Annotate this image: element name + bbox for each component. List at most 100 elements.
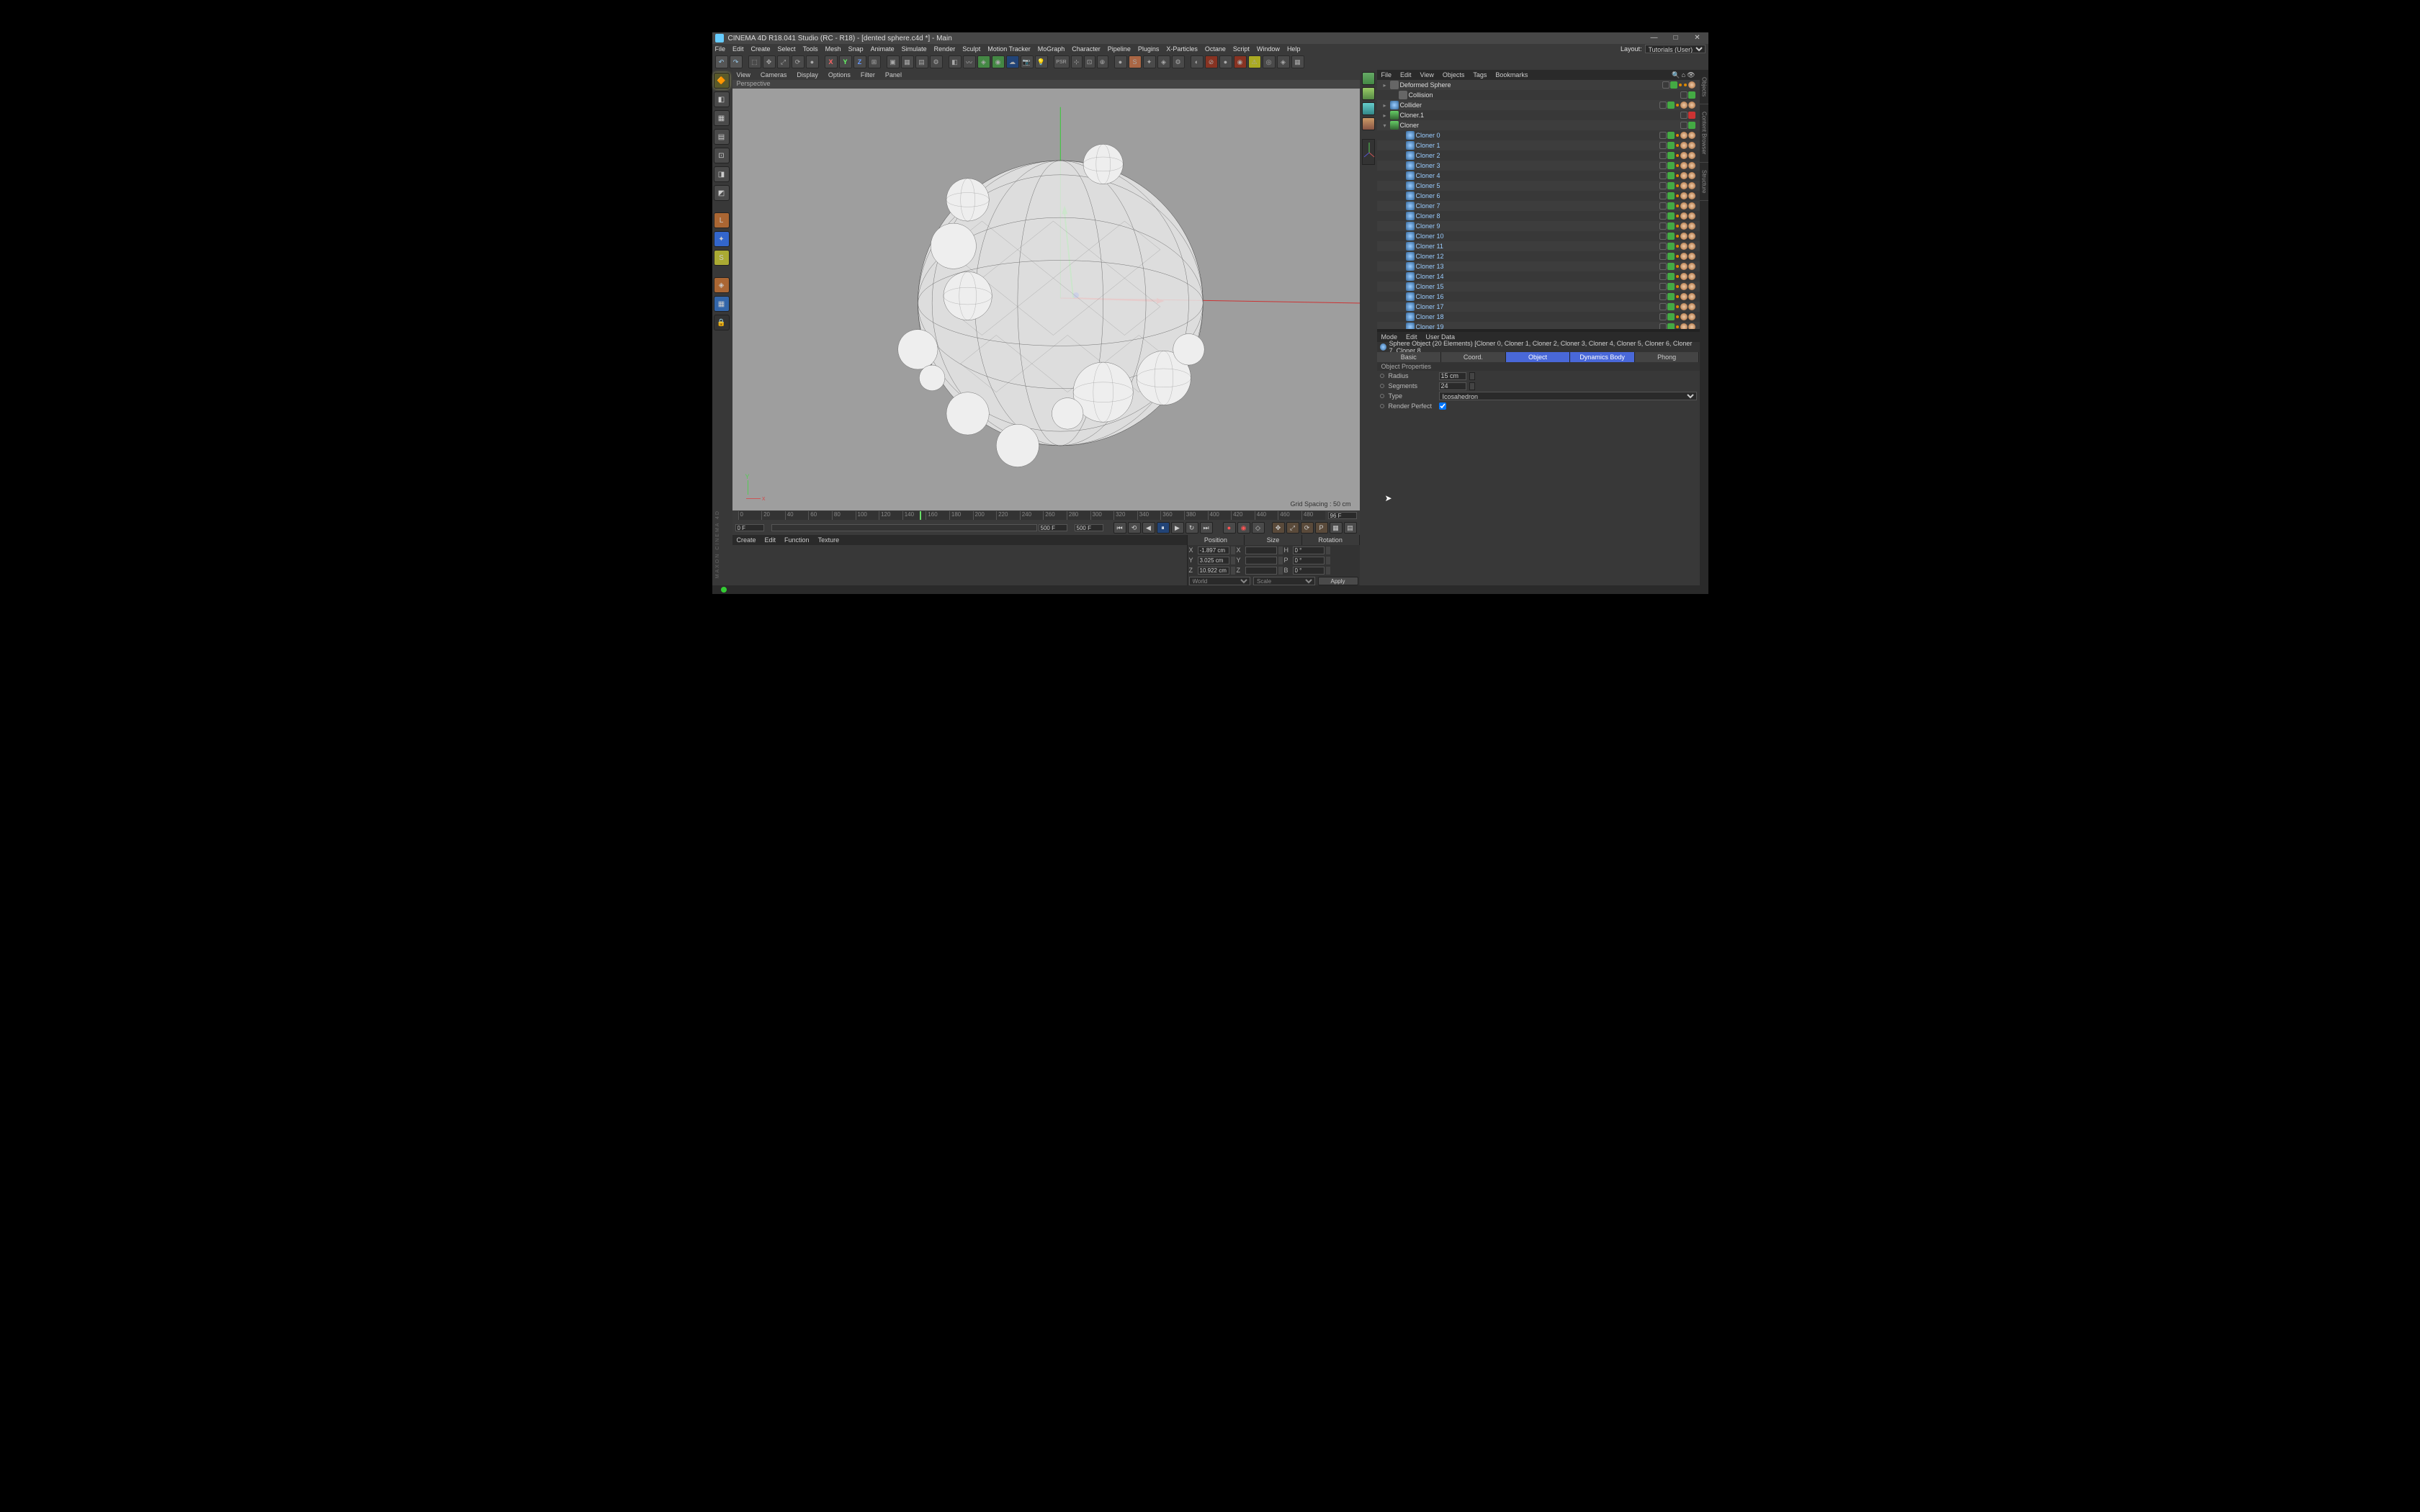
pos-y-field[interactable] [1198,557,1229,564]
mat-function[interactable]: Function [784,536,810,544]
render-perfect-checkbox[interactable] [1439,402,1446,410]
scale-tool[interactable]: ⤢ [777,55,790,68]
tab-dynamics[interactable]: Dynamics Body [1570,352,1635,362]
type-select[interactable]: Icosahedron [1439,392,1697,400]
tweak-mode[interactable]: ✦ [714,231,730,247]
tree-row[interactable]: Cloner 19 [1377,322,1700,329]
keyframe-sel-button[interactable]: ◇ [1252,522,1265,534]
cube-primitive[interactable] [1362,72,1375,85]
menu-pipeline[interactable]: Pipeline [1108,45,1131,53]
tree-row[interactable]: Cloner 2 [1377,150,1700,161]
tab-coord[interactable]: Coord. [1441,352,1506,362]
size-y-field[interactable] [1245,557,1277,564]
tab-phong[interactable]: Phong [1635,352,1700,362]
texture-mode[interactable]: ▦ [714,110,730,126]
tree-row[interactable]: ▸ Collider [1377,100,1700,110]
menu-select[interactable]: Select [778,45,796,53]
menu-snap[interactable]: Snap [848,45,864,53]
model-mode[interactable]: 🔶 [714,73,730,89]
tree-row[interactable]: Cloner 0 [1377,130,1700,140]
oc-tool-4[interactable]: ◉ [1234,55,1247,68]
autokey-button[interactable]: ◉ [1237,522,1250,534]
oc-tool-2[interactable]: ⊘ [1205,55,1218,68]
goto-start-button[interactable]: ⏮ [1113,522,1126,534]
segments-spinner[interactable] [1469,382,1475,390]
tree-row[interactable]: Cloner 14 [1377,271,1700,282]
scale-key-button[interactable]: ⤢ [1286,522,1299,534]
oc-tool-3[interactable]: ● [1219,55,1232,68]
menu-create[interactable]: Create [751,45,771,53]
snap-pos[interactable]: ⊹ [1071,55,1083,68]
om-edit[interactable]: Edit [1400,71,1412,78]
render-picture-viewer[interactable]: ▦ [901,55,914,68]
menu-plugins[interactable]: Plugins [1138,45,1160,53]
y-axis-lock[interactable]: Y [839,55,852,68]
primitive-2[interactable] [1362,87,1375,100]
minimize-button[interactable]: — [1644,32,1665,44]
size-z-field[interactable] [1245,567,1277,575]
timeline[interactable]: 0204060801001201401601802002202402602803… [732,510,1360,521]
primitive-cube[interactable]: ◧ [949,55,962,68]
vp-panel[interactable]: Panel [885,71,902,78]
menu-character[interactable]: Character [1072,45,1101,53]
frame-end-field[interactable] [1075,524,1103,531]
move-tool[interactable]: ✥ [763,55,776,68]
coord-system-select[interactable]: World [1189,577,1251,585]
menu-sculpt[interactable]: Sculpt [962,45,980,53]
vp-filter[interactable]: Filter [861,71,875,78]
menu-edit[interactable]: Edit [732,45,744,53]
radius-spinner[interactable] [1469,372,1475,380]
tree-row[interactable]: Cloner 18 [1377,312,1700,322]
tree-row[interactable]: Collision [1377,90,1700,100]
oc-tool-1[interactable]: ◐ [1191,55,1204,68]
oc-tool-8[interactable]: ▦ [1291,55,1304,68]
poly-mode[interactable]: ◩ [714,185,730,201]
deformer-tool[interactable]: ◉ [992,55,1005,68]
range-end-field[interactable] [1039,524,1067,531]
menu-animate[interactable]: Animate [871,45,895,53]
oc-tool-6[interactable]: ◎ [1263,55,1276,68]
redo-button[interactable]: ↷ [730,55,743,68]
menu-mograph[interactable]: MoGraph [1038,45,1065,53]
close-button[interactable]: ✕ [1687,32,1708,44]
mat-texture[interactable]: Texture [818,536,840,544]
workplane-mode[interactable]: ▤ [714,129,730,145]
tree-row[interactable]: Cloner 17 [1377,302,1700,312]
prev-frame-button[interactable]: ◀ [1142,522,1155,534]
menu-file[interactable]: File [715,45,726,53]
tree-row[interactable]: Cloner 5 [1377,181,1700,191]
render-settings[interactable]: ⚙ [930,55,943,68]
tab-basic[interactable]: Basic [1377,352,1442,362]
nav-axis-widget[interactable] [1362,139,1375,165]
oc-tool-7[interactable]: ◈ [1277,55,1290,68]
next-frame-button[interactable]: ↻ [1186,522,1198,534]
vp-cameras[interactable]: Cameras [761,71,787,78]
tree-row[interactable]: Cloner 9 [1377,221,1700,231]
coord-scale-select[interactable]: Scale [1253,577,1315,585]
render-view[interactable]: ▣ [887,55,900,68]
record-button[interactable]: ● [1223,522,1236,534]
rotate-tool[interactable]: ⟳ [792,55,805,68]
xp-tool-3[interactable]: ✦ [1143,55,1156,68]
menu-octane[interactable]: Octane [1205,45,1226,53]
om-objects[interactable]: Objects [1443,71,1465,78]
menu-simulate[interactable]: Simulate [902,45,927,53]
xp-tool-5[interactable]: ⚙ [1172,55,1185,68]
range-slider[interactable] [771,524,1037,531]
tree-row[interactable]: Cloner 6 [1377,191,1700,201]
pos-key-button[interactable]: ✥ [1272,522,1285,534]
vp-view[interactable]: View [737,71,750,78]
view-tool-3[interactable]: 🔒 [714,315,730,330]
rot-b-field[interactable] [1293,567,1325,575]
xp-tool-2[interactable]: S [1129,55,1142,68]
tree-row[interactable]: Cloner 8 [1377,211,1700,221]
pause-button[interactable]: ⏸ [1157,522,1170,534]
maximize-button[interactable]: □ [1665,32,1687,44]
menu-help[interactable]: Help [1287,45,1301,53]
frame-current-field[interactable] [1328,512,1357,519]
snap-rot[interactable]: ⊕ [1097,55,1108,68]
tree-row[interactable]: Cloner 4 [1377,171,1700,181]
psr-button[interactable]: PSR [1054,55,1070,68]
segments-field[interactable] [1439,382,1466,390]
rtab-content[interactable]: Content Browser [1700,104,1708,163]
